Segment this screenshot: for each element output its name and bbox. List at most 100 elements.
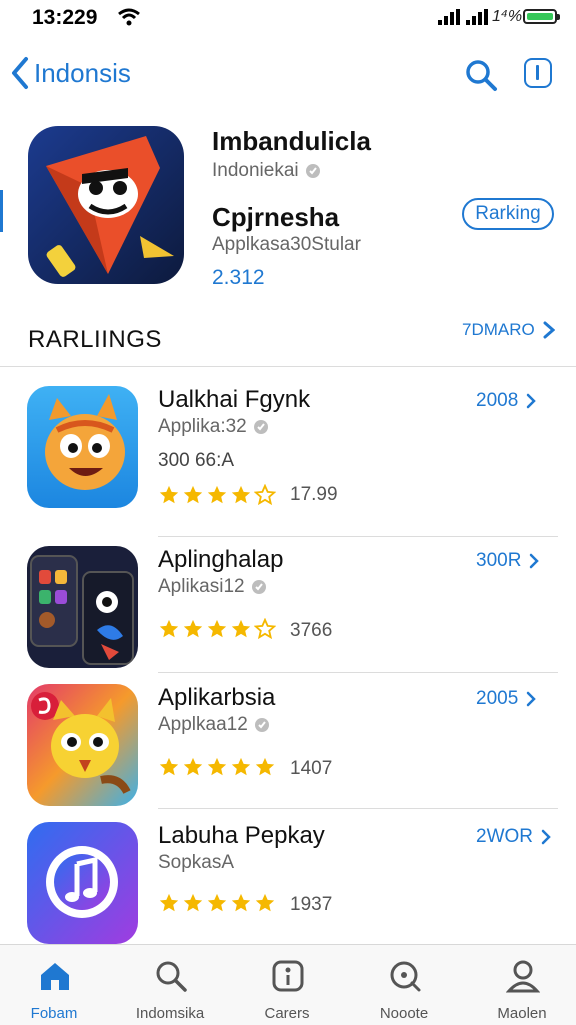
star-filled-icon [159,893,179,912]
star-filled-icon [207,757,227,776]
rating-count: 1937 [290,894,333,915]
chevron-right-icon [541,829,551,845]
back-button[interactable]: Indonsis [10,56,131,90]
app-category: Applkaa12 [158,714,270,736]
app-action-button[interactable]: 2005 [476,688,537,710]
row-divider [158,536,558,537]
cat-app-icon [27,386,138,508]
see-all-label: 7DMARO [462,320,535,339]
chevron-left-icon [12,57,28,89]
section-heading: RARLIINGS [28,326,162,353]
rankings-section-header: RARLIINGS 7DMARO [0,320,576,360]
cellular-signal-icon [438,9,460,25]
star-filled-icon [159,485,179,504]
ranking-button[interactable]: Rarking [462,198,554,230]
app-action-button[interactable]: 300R [476,550,540,572]
star-rating [158,892,276,914]
star-filled-icon [183,893,203,912]
tab-apps[interactable]: Carers [237,953,337,1022]
tab-label: Indomsika [135,1005,205,1022]
app-action-button[interactable]: 2008 [476,390,537,412]
search-icon[interactable] [464,58,498,92]
app-extra-info: 300 66:A [158,450,235,471]
featured-app-secondary-subtitle: Applkasa30Stular [212,234,361,255]
navigation-bar: Indonsis [0,48,576,100]
battery-icon [523,9,560,24]
tab-label: Fobam [30,1005,78,1022]
status-bar: 13:229 1⁴% [0,0,576,40]
app-category: Applika:32 [158,416,269,438]
app-category: Aplikasi12 [158,576,267,598]
profile-icon [506,960,540,993]
tab-label: Nooote [379,1005,429,1022]
home-icon [41,963,69,990]
see-all-button[interactable]: 7DMARO [462,320,555,340]
verified-icon [305,164,320,178]
star-filled-icon [231,757,251,776]
owl-app-icon [27,684,138,806]
star-filled-icon [183,485,203,504]
status-time: 13:229 [32,6,98,29]
featured-app-secondary-title: Cpjrnesha [212,202,340,232]
star-filled-icon [159,619,179,638]
featured-app[interactable]: Imbandulicla Indoniekai Cpjrnesha Applka… [0,118,576,298]
selection-indicator [0,190,3,232]
star-filled-icon [183,757,203,776]
star-filled-icon [207,893,227,912]
featured-app-title: Imbandulicla [212,126,371,156]
app-name: Labuha Pepkay [158,822,325,849]
star-filled-icon [159,757,179,776]
app-row-3[interactable]: Aplikarbsia Applkaa12 1407 2005 [0,684,576,820]
updates-icon [390,961,421,992]
star-empty-icon [254,618,276,640]
featured-app-count: 2.312 [212,266,265,289]
section-divider [0,366,576,367]
tab-search[interactable]: Indomsika [120,953,220,1022]
phones-app-icon [27,546,138,668]
star-filled-icon [255,893,275,912]
info-icon [536,65,539,80]
app-row-2[interactable]: Aplinghalap Aplikasi12 3766 300R [0,546,576,682]
star-filled-icon [231,485,251,504]
rating-count: 1407 [290,758,333,779]
chevron-right-icon [527,691,537,707]
wifi-icon [118,8,140,26]
music-app-icon [27,822,138,944]
verified-icon [254,718,269,732]
tab-label: Carers [264,1005,310,1022]
app-row-4[interactable]: Labuha Pepkay SopkasA 1937 2WOR [0,822,576,958]
tab-updates[interactable]: Nooote [354,953,454,1022]
star-rating [158,756,276,778]
star-filled-icon [183,619,203,638]
search-icon [156,961,187,992]
app-name: Aplinghalap [158,546,284,573]
verified-icon [251,580,266,594]
app-action-button[interactable]: 2WOR [476,826,551,848]
star-filled-icon [207,619,227,638]
featured-app-icon [28,126,184,284]
tab-home[interactable]: Fobam [4,953,104,1022]
info-button[interactable] [524,58,552,88]
app-name: Ualkhai Fgynk [158,386,311,413]
rating-count: 17.99 [290,484,338,505]
chevron-right-icon [530,553,540,569]
star-rating [158,618,276,640]
tab-label: Maolen [497,1005,547,1022]
chevron-right-icon [527,393,537,409]
star-rating [158,484,276,506]
featured-app-subtitle: Indoniekai [212,160,321,182]
row-divider [158,808,558,809]
star-filled-icon [207,485,227,504]
verified-icon [253,420,268,434]
star-filled-icon [255,757,275,776]
star-filled-icon [231,893,251,912]
app-name: Aplikarbsia [158,684,276,711]
app-row-1[interactable]: Ualkhai Fgynk Applika:32 300 66:A 17.99 … [0,386,576,537]
tab-profile[interactable]: Maolen [472,953,572,1022]
star-empty-icon [254,484,276,506]
rating-count: 3766 [290,620,333,641]
chevron-right-icon [543,321,555,339]
app-category: SopkasA [158,852,235,873]
tab-bar: Fobam Indomsika Carers Nooote Maolen [0,944,576,1025]
apps-icon [272,960,304,992]
